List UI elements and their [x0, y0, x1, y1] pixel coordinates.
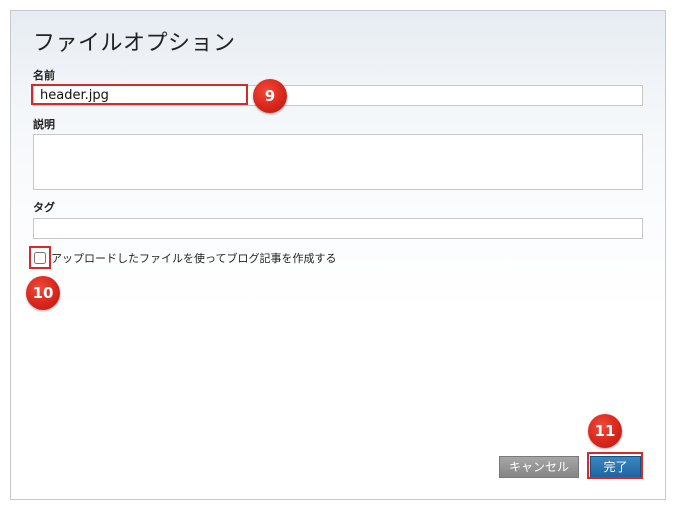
- tags-label: タグ: [33, 201, 55, 214]
- tags-field[interactable]: [33, 218, 643, 239]
- name-field[interactable]: [33, 85, 643, 106]
- cancel-button[interactable]: キャンセル: [499, 456, 579, 478]
- annotation-badge-11: 11: [588, 414, 622, 448]
- description-field[interactable]: [33, 134, 643, 190]
- create-entry-checkbox[interactable]: [34, 252, 46, 264]
- dialog-title: ファイルオプション: [33, 31, 236, 56]
- create-entry-label: アップロードしたファイルを使ってブログ記事を作成する: [51, 252, 337, 265]
- file-options-dialog: ファイルオプション 名前 説明 タグ アップロードしたファイルを使ってブログ記事…: [10, 10, 666, 500]
- name-label: 名前: [33, 69, 55, 82]
- annotation-badge-10: 10: [26, 276, 60, 310]
- description-label: 説明: [33, 118, 55, 131]
- done-button[interactable]: 完了: [590, 456, 641, 478]
- annotation-badge-9: 9: [253, 79, 287, 113]
